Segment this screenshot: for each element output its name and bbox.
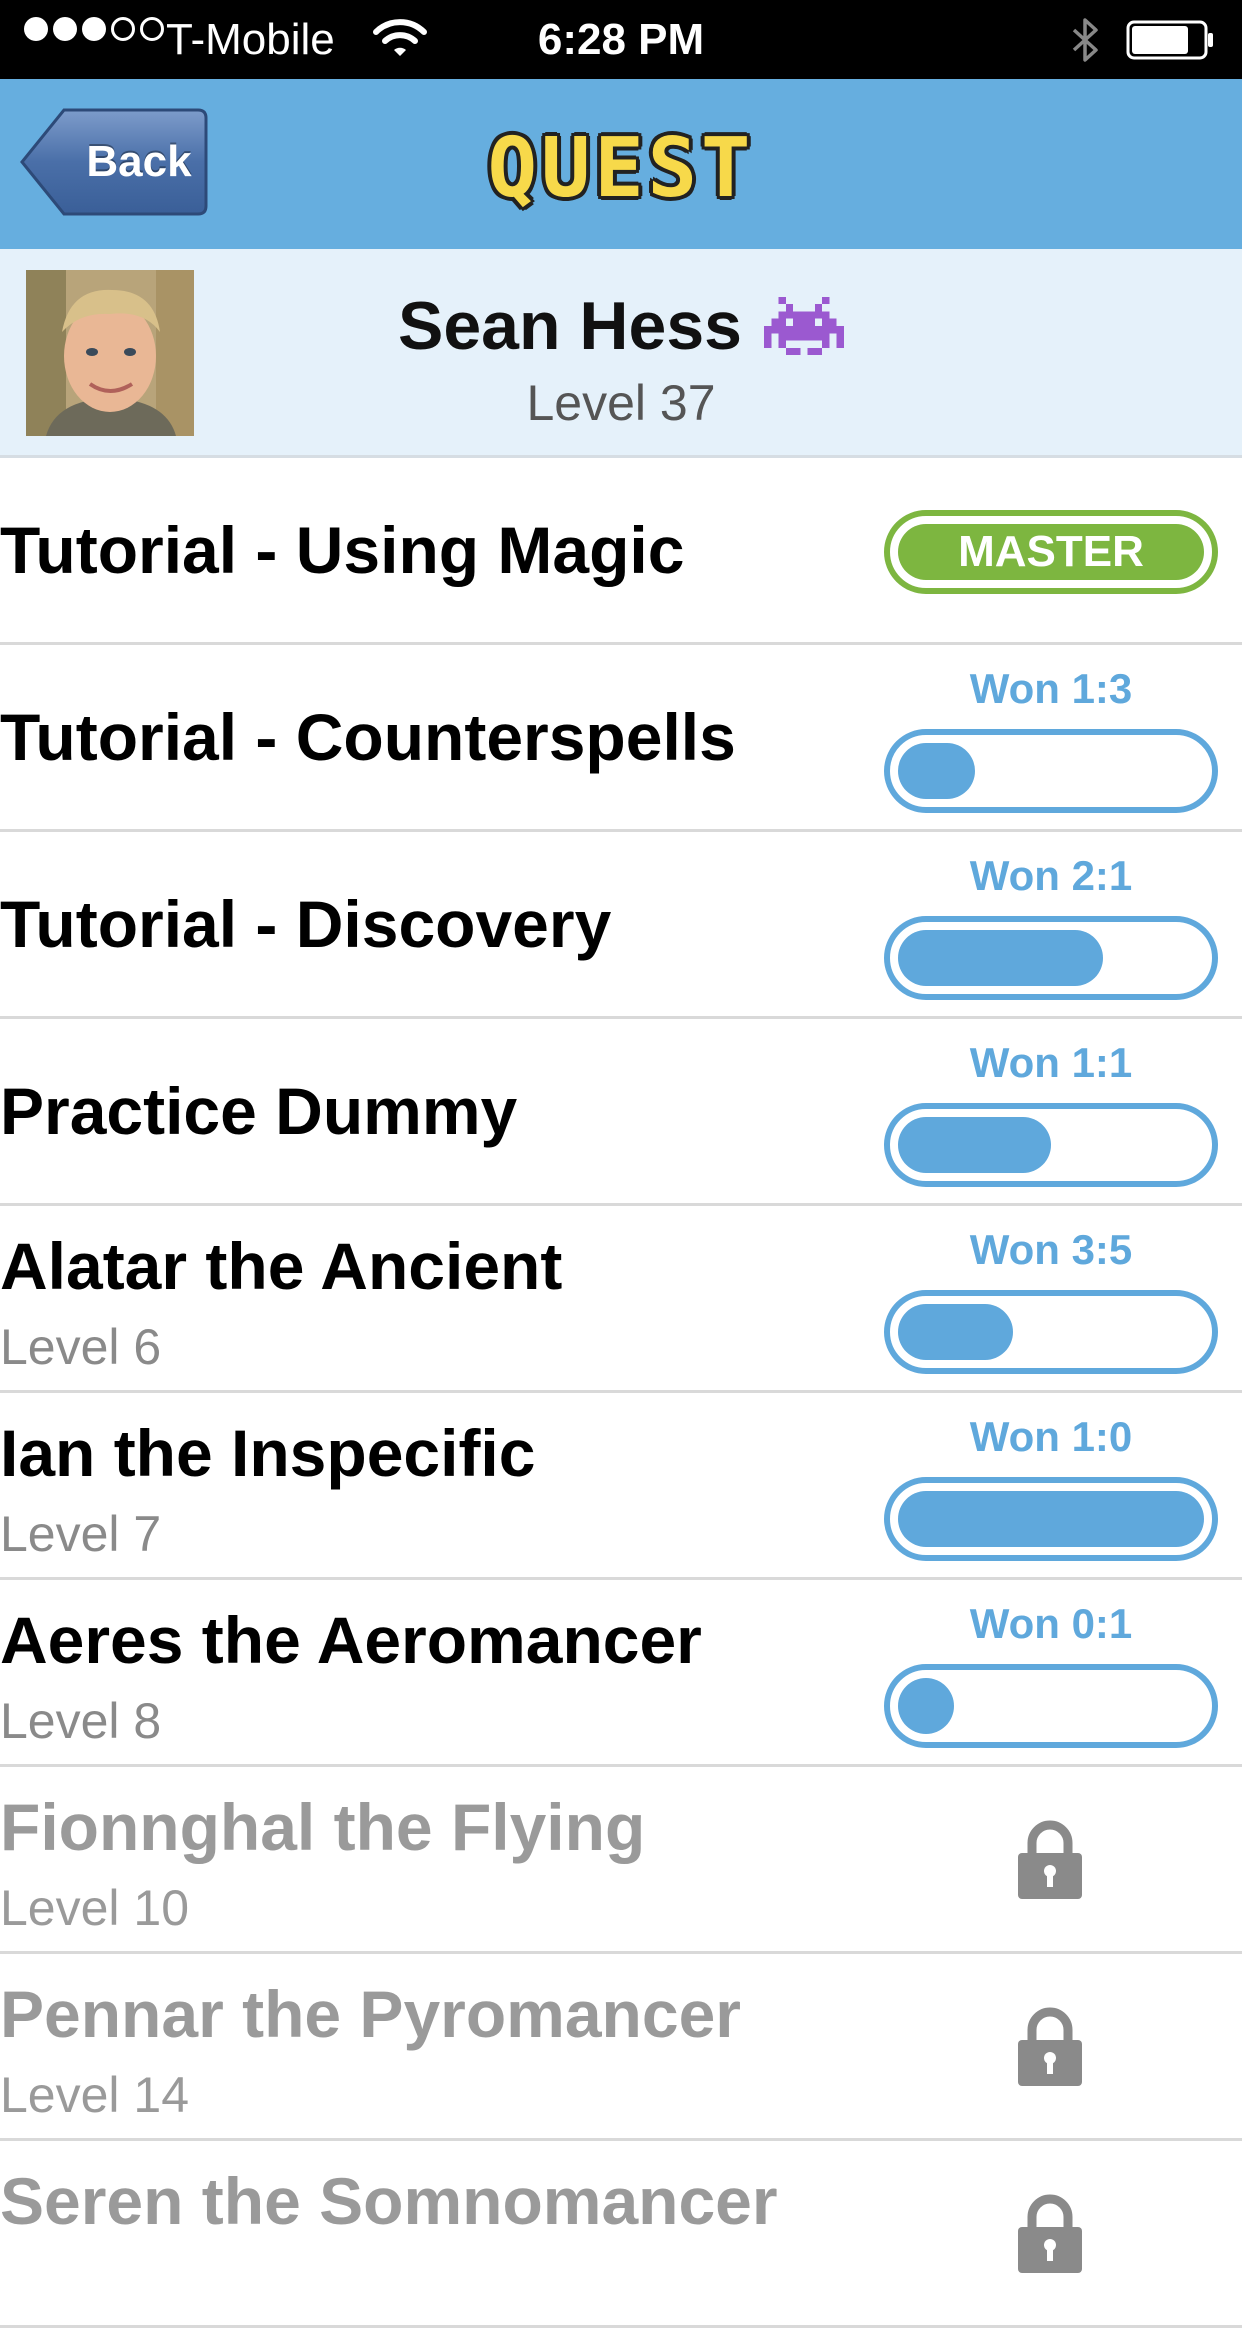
quest-title: Pennar the Pyromancer bbox=[0, 1977, 741, 2051]
win-record: Won 0:1 bbox=[969, 1600, 1133, 1647]
progress-bar bbox=[884, 1477, 1218, 1561]
bluetooth-icon bbox=[1072, 18, 1098, 62]
lock-icon bbox=[1018, 1820, 1082, 1899]
navigation-bar: Back QUEST bbox=[0, 79, 1242, 249]
quest-row-ian-the-inspecific[interactable]: Ian the Inspecific Level 7 Won 1:0 bbox=[0, 1393, 1242, 1580]
quest-title: Tutorial - Using Magic bbox=[0, 513, 685, 587]
quest-title: Fionnghal the Flying bbox=[0, 1790, 646, 1864]
quest-row-tutorial-using-magic[interactable]: Tutorial - Using Magic MASTER bbox=[0, 458, 1242, 645]
quest-title: Tutorial - Discovery bbox=[0, 887, 612, 961]
win-record: Won 1:3 bbox=[969, 665, 1133, 712]
app-title: QUEST bbox=[487, 121, 755, 216]
quest-row-practice-dummy[interactable]: Practice Dummy Won 1:1 bbox=[0, 1019, 1242, 1206]
quest-title: Seren the Somnomancer bbox=[0, 2164, 778, 2238]
lock-icon bbox=[1018, 2007, 1082, 2086]
progress-bar bbox=[884, 916, 1218, 1000]
quest-title: Aeres the Aeromancer bbox=[0, 1603, 702, 1677]
quest-row-tutorial-discovery[interactable]: Tutorial - Discovery Won 2:1 bbox=[0, 832, 1242, 1019]
quest-level: Level 10 bbox=[0, 1880, 190, 1936]
progress-bar bbox=[884, 1664, 1218, 1748]
progress-fill bbox=[898, 1491, 1204, 1547]
quest-row-tutorial-counterspells[interactable]: Tutorial - Counterspells Won 1:3 bbox=[0, 645, 1242, 832]
win-record: Won 1:1 bbox=[969, 1039, 1133, 1086]
clock-time: 6:28 PM bbox=[537, 15, 705, 64]
player-level: Level 37 bbox=[526, 375, 716, 431]
progress-fill bbox=[898, 743, 975, 799]
master-badge-label: MASTER bbox=[898, 524, 1204, 580]
status-bar: T-Mobile 6:28 PM bbox=[0, 0, 1242, 79]
progress-fill bbox=[898, 1304, 1013, 1360]
progress-fill bbox=[898, 1678, 954, 1734]
quest-title: Alatar the Ancient bbox=[0, 1229, 563, 1303]
player-name: Sean Hess bbox=[398, 288, 742, 364]
quest-list: Tutorial - Using Magic MASTER Tutorial -… bbox=[0, 458, 1242, 2328]
quest-title: Practice Dummy bbox=[0, 1074, 518, 1148]
quest-level: Level 6 bbox=[0, 1319, 162, 1375]
progress-fill bbox=[898, 1117, 1051, 1173]
lock-icon bbox=[1018, 2194, 1082, 2273]
quest-title: Tutorial - Counterspells bbox=[0, 700, 736, 774]
progress-bar bbox=[884, 729, 1218, 813]
win-record: Won 3:5 bbox=[969, 1226, 1133, 1273]
master-badge: MASTER bbox=[884, 510, 1218, 594]
win-record: Won 1:0 bbox=[969, 1413, 1133, 1460]
progress-fill bbox=[898, 930, 1103, 986]
progress-bar bbox=[884, 1290, 1218, 1374]
profile-header: Sean Hess Level 37 bbox=[0, 249, 1242, 458]
battery-icon bbox=[1126, 20, 1213, 60]
quest-level: Level 8 bbox=[0, 1693, 162, 1749]
quest-level: Level 7 bbox=[0, 1506, 162, 1562]
quest-row-pennar-the-pyromancer: Pennar the Pyromancer Level 14 bbox=[0, 1954, 1242, 2141]
quest-level: Level 14 bbox=[0, 2067, 190, 2123]
quest-title: Ian the Inspecific bbox=[0, 1416, 536, 1490]
win-record: Won 2:1 bbox=[969, 852, 1133, 899]
quest-row-fionnghal-the-flying: Fionnghal the Flying Level 10 bbox=[0, 1767, 1242, 1954]
quest-row-alatar-the-ancient[interactable]: Alatar the Ancient Level 6 Won 3:5 bbox=[0, 1206, 1242, 1393]
quest-row-aeres-the-aeromancer[interactable]: Aeres the Aeromancer Level 8 Won 0:1 bbox=[0, 1580, 1242, 1767]
progress-bar bbox=[884, 1103, 1218, 1187]
alien-invader-icon bbox=[763, 296, 844, 356]
quest-row-seren-the-somnomancer: Seren the Somnomancer bbox=[0, 2141, 1242, 2328]
